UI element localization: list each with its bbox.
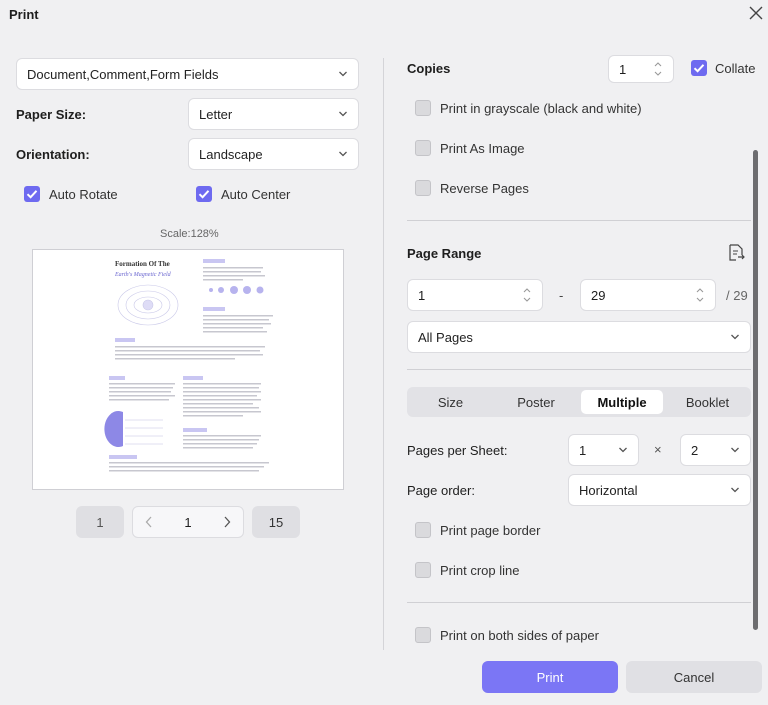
stepper-arrows-icon[interactable] [522,286,532,304]
page-order-label: Page order: [407,483,475,498]
orientation-select[interactable]: Landscape [188,138,359,170]
section-divider [407,369,751,370]
content-select[interactable]: Document,Comment,Form Fields [16,58,359,90]
first-page-button[interactable]: 1 [76,506,124,538]
current-page[interactable]: 1 [184,515,191,530]
range-dash: - [559,288,564,303]
page-range-select[interactable]: All Pages [407,321,751,353]
crop-line-label: Print crop line [440,563,520,578]
grayscale-label: Print in grayscale (black and white) [440,101,642,116]
panel-divider [383,58,384,650]
pages-per-sheet-rows-select[interactable]: 1 [568,434,639,466]
range-to-stepper[interactable]: 29 [580,279,716,311]
layout-tabs: Size Poster Multiple Booklet [407,387,751,417]
tab-booklet[interactable]: Booklet [667,390,748,414]
chevron-right-icon[interactable] [223,516,231,528]
chevron-down-icon [731,447,739,453]
print-preview: Formation Of The Earth's Magnetic Field [32,249,344,490]
page-range-doc-icon[interactable] [726,243,746,263]
times-sign: × [654,442,662,457]
scrollbar[interactable] [753,150,758,630]
grayscale-checkbox[interactable] [415,100,431,116]
scale-text: Scale:128% [160,228,219,240]
content-select-value: Document,Comment,Form Fields [27,66,219,82]
stepper-arrows-icon[interactable] [653,60,663,78]
crop-line-checkbox[interactable] [415,562,431,578]
chevron-down-icon [339,111,347,117]
tab-multiple[interactable]: Multiple [581,390,663,414]
orientation-value: Landscape [199,146,263,162]
page-order-value: Horizontal [579,482,638,498]
pps-rows-value: 1 [579,442,587,458]
auto-center-checkbox[interactable] [196,186,212,202]
print-as-image-label: Print As Image [440,141,525,156]
print-as-image-checkbox[interactable] [415,140,431,156]
page-border-checkbox[interactable] [415,522,431,538]
section-divider [407,220,751,221]
close-icon[interactable] [747,4,765,22]
pages-per-sheet-cols-select[interactable]: 2 [680,434,751,466]
last-page-button[interactable]: 15 [252,506,300,538]
range-to-value: 29 [591,287,606,303]
tab-size[interactable]: Size [410,390,491,414]
paper-size-select[interactable]: Letter [188,98,359,130]
page-order-select[interactable]: Horizontal [568,474,751,506]
range-from-value: 1 [418,287,426,303]
range-from-stepper[interactable]: 1 [407,279,543,311]
dialog-title: Print [9,7,39,22]
chevron-down-icon [339,151,347,157]
both-sides-label: Print on both sides of paper [440,628,599,643]
copies-stepper[interactable]: 1 [608,55,674,83]
chevron-down-icon [731,487,739,493]
chevron-down-icon [619,447,627,453]
copies-value: 1 [619,61,627,77]
collate-label: Collate [715,61,756,76]
print-button[interactable]: Print [482,661,618,693]
preview-heading-1: Formation Of The [115,260,170,268]
cancel-button[interactable]: Cancel [626,661,762,693]
auto-rotate-label: Auto Rotate [49,187,118,202]
section-divider [407,602,751,603]
page-range-label: Page Range [407,246,482,261]
chevron-left-icon[interactable] [145,516,153,528]
pps-cols-value: 2 [691,442,699,458]
preview-page-graphic: Formation Of The Earth's Magnetic Field [104,259,273,472]
orientation-label: Orientation: [16,147,90,162]
chevron-down-icon [339,71,347,77]
pages-per-sheet-label: Pages per Sheet: [407,443,508,458]
tab-poster[interactable]: Poster [495,390,577,414]
auto-center-label: Auto Center [221,187,291,202]
both-sides-checkbox[interactable] [415,627,431,643]
page-navigator: 1 [132,506,244,538]
page-range-select-value: All Pages [418,329,473,345]
paper-size-value: Letter [199,106,233,122]
auto-rotate-checkbox[interactable] [24,186,40,202]
preview-heading-2: Earth's Magnetic Field [114,272,172,278]
page-border-label: Print page border [440,523,541,538]
reverse-pages-label: Reverse Pages [440,181,529,196]
collate-checkbox[interactable] [691,60,707,76]
paper-size-label: Paper Size: [16,107,87,122]
copies-label: Copies [407,61,451,76]
stepper-arrows-icon[interactable] [695,286,705,304]
range-total: / 29 [726,288,748,303]
chevron-down-icon [731,334,739,340]
reverse-pages-checkbox[interactable] [415,180,431,196]
